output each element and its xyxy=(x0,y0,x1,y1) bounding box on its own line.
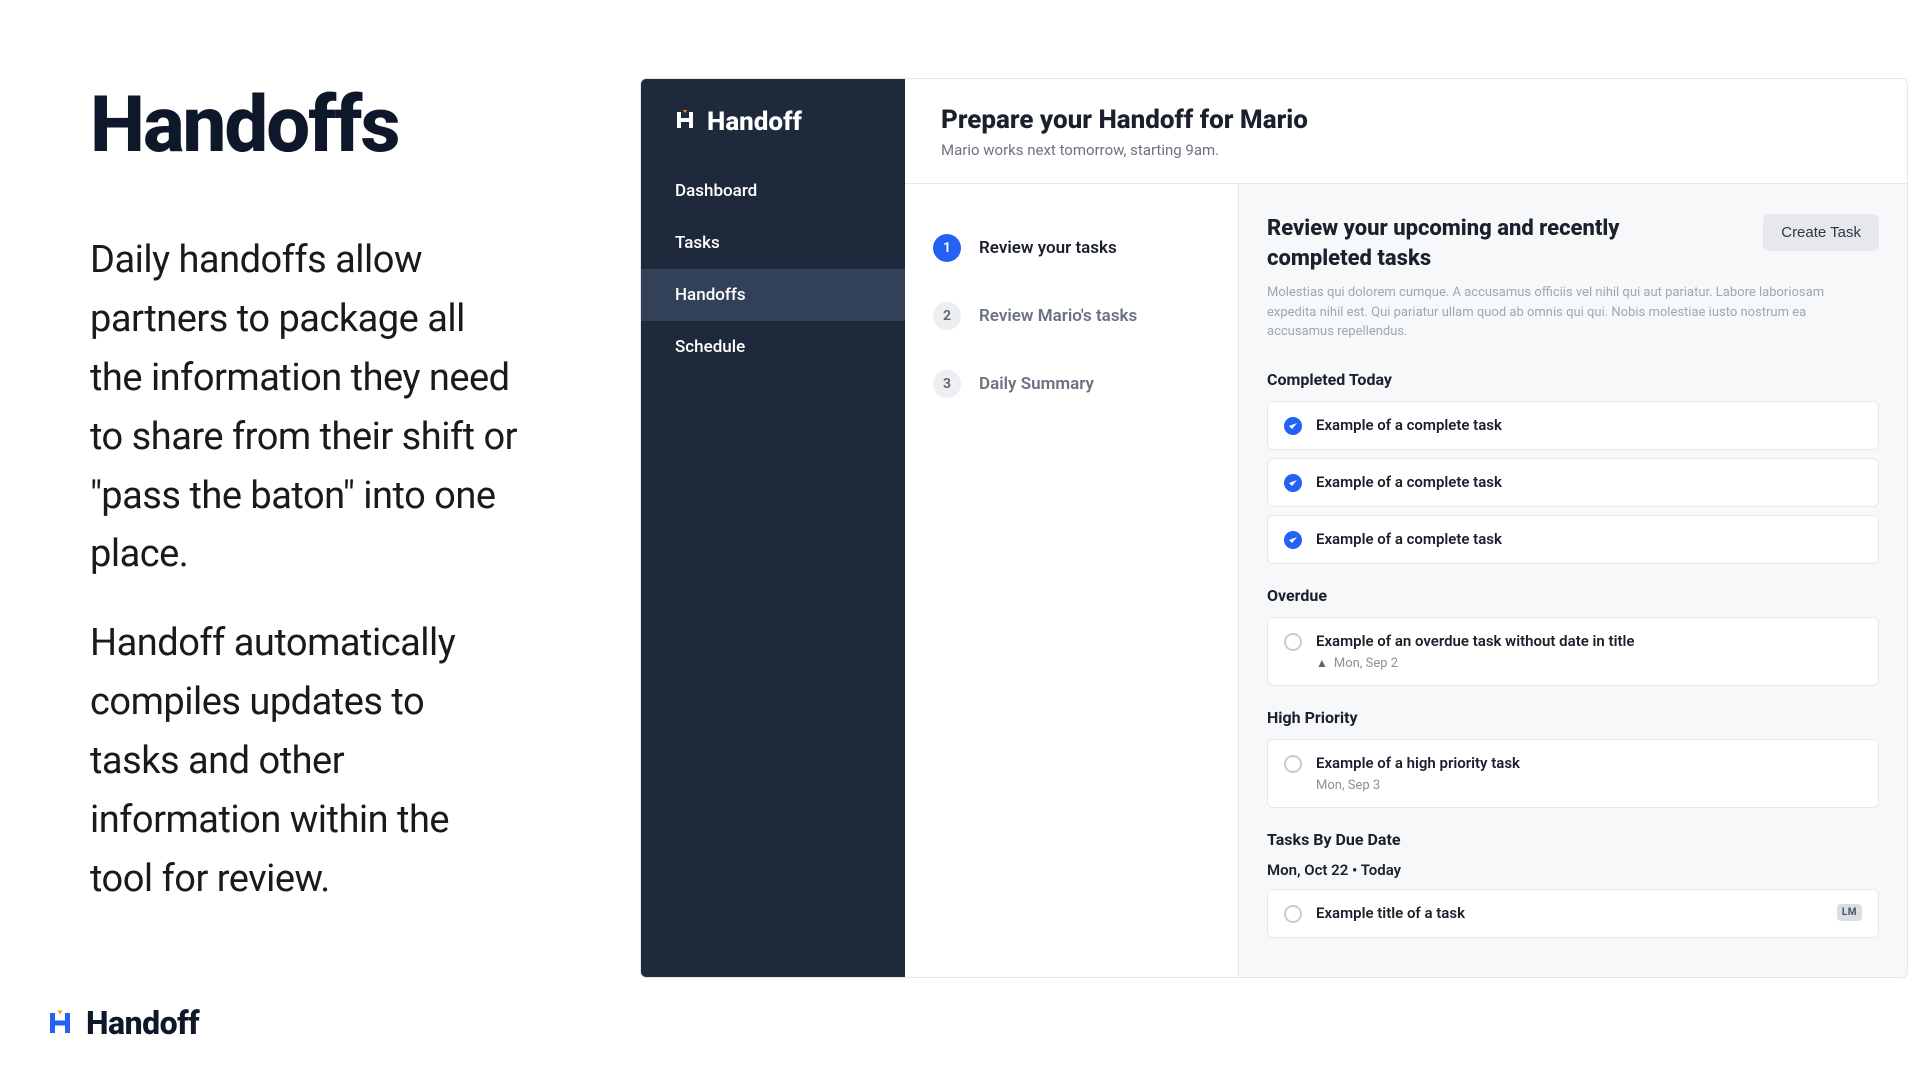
step-number: 2 xyxy=(933,302,961,330)
step-number: 1 xyxy=(933,234,961,262)
section-completed-label: Completed Today xyxy=(1267,370,1879,389)
checkbox-open-icon[interactable] xyxy=(1284,905,1302,923)
warning-icon: ▲ xyxy=(1316,656,1328,670)
checkbox-open-icon[interactable] xyxy=(1284,755,1302,773)
task-title: Example of a complete task xyxy=(1316,473,1862,491)
description-para-2: Handoff automatically compiles updates t… xyxy=(90,614,520,908)
section-high-priority-label: High Priority xyxy=(1267,708,1879,727)
task-meta: ▲ Mon, Sep 2 xyxy=(1316,656,1862,671)
task-date: Mon, Sep 2 xyxy=(1334,656,1398,671)
app-mockup: Handoff Dashboard Tasks Handoffs Schedul… xyxy=(640,78,1908,978)
step-label: Review your tasks xyxy=(979,238,1117,258)
task-title: Example title of a task xyxy=(1316,904,1823,922)
section-by-due-label: Tasks By Due Date xyxy=(1267,830,1879,849)
task-title: Example of an overdue task without date … xyxy=(1316,632,1862,650)
task-date: Mon, Sep 3 xyxy=(1316,778,1380,793)
step-review-your-tasks[interactable]: 1 Review your tasks xyxy=(933,214,1210,282)
brand-footer: Handoff xyxy=(44,1004,199,1042)
step-number: 3 xyxy=(933,370,961,398)
task-title: Example of a high priority task xyxy=(1316,754,1862,772)
task-row[interactable]: Example of an overdue task without date … xyxy=(1267,617,1879,686)
checkmark-done-icon[interactable] xyxy=(1284,417,1302,435)
checkmark-done-icon[interactable] xyxy=(1284,474,1302,492)
tasks-description: Molestias qui dolorem cumque. A accusamu… xyxy=(1267,283,1827,342)
sidebar-item-dashboard[interactable]: Dashboard xyxy=(641,165,905,217)
sidebar-item-handoffs[interactable]: Handoffs xyxy=(641,269,905,321)
section-by-due-sublabel: Mon, Oct 22 • Today xyxy=(1267,861,1879,879)
task-row[interactable]: Example of a complete task xyxy=(1267,515,1879,564)
content-header: Prepare your Handoff for Mario Mario wor… xyxy=(905,79,1907,184)
step-label: Review Mario's tasks xyxy=(979,306,1137,326)
step-label: Daily Summary xyxy=(979,374,1094,394)
content-subtitle: Mario works next tomorrow, starting 9am. xyxy=(941,141,1871,159)
sidebar-brand: Handoff xyxy=(641,107,905,165)
step-review-marios-tasks[interactable]: 2 Review Mario's tasks xyxy=(933,282,1210,350)
task-title: Example of a complete task xyxy=(1316,416,1862,434)
sidebar: Handoff Dashboard Tasks Handoffs Schedul… xyxy=(641,79,905,977)
sidebar-item-tasks[interactable]: Tasks xyxy=(641,217,905,269)
task-meta: Mon, Sep 3 xyxy=(1316,778,1862,793)
step-daily-summary[interactable]: 3 Daily Summary xyxy=(933,350,1210,418)
task-row[interactable]: Example of a complete task xyxy=(1267,458,1879,507)
checkbox-open-icon[interactable] xyxy=(1284,633,1302,651)
description-para-1: Daily handoffs allow partners to package… xyxy=(90,231,520,584)
create-task-button[interactable]: Create Task xyxy=(1763,214,1879,251)
steps-column: 1 Review your tasks 2 Review Mario's tas… xyxy=(905,184,1239,977)
content-title: Prepare your Handoff for Mario xyxy=(941,105,1871,135)
tasks-column: Review your upcoming and recently comple… xyxy=(1239,184,1907,977)
sidebar-item-schedule[interactable]: Schedule xyxy=(641,321,905,373)
sidebar-brand-text: Handoff xyxy=(707,107,802,137)
section-overdue-label: Overdue xyxy=(1267,586,1879,605)
task-title: Example of a complete task xyxy=(1316,530,1862,548)
page-title: Handoffs xyxy=(90,80,520,171)
checkmark-done-icon[interactable] xyxy=(1284,531,1302,549)
task-row[interactable]: Example of a complete task xyxy=(1267,401,1879,450)
task-row[interactable]: Example title of a task LM xyxy=(1267,889,1879,938)
handoff-logo-icon xyxy=(673,108,697,136)
assignee-badge: LM xyxy=(1837,904,1862,921)
task-row[interactable]: Example of a high priority task Mon, Sep… xyxy=(1267,739,1879,808)
brand-name: Handoff xyxy=(86,1004,199,1042)
tasks-title: Review your upcoming and recently comple… xyxy=(1267,214,1647,273)
handoff-logo-icon xyxy=(44,1007,76,1039)
